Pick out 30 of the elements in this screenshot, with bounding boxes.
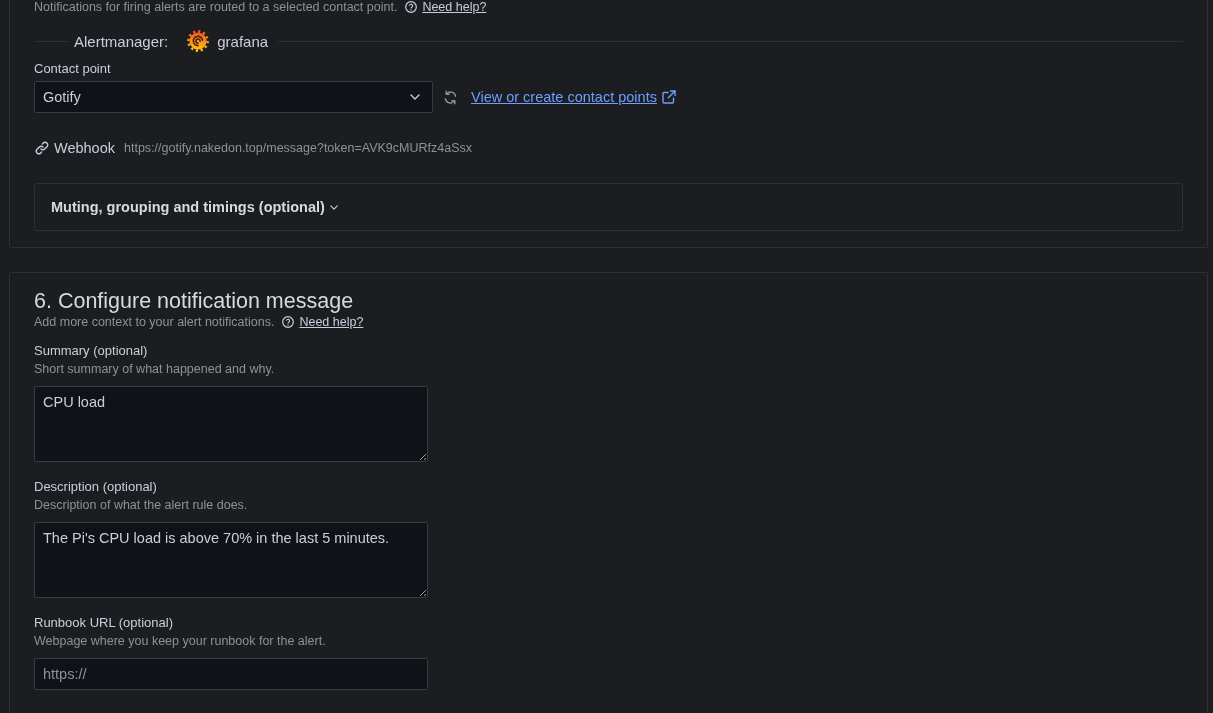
help-icon [282,316,295,328]
section-toggle[interactable]: Muting, grouping and timings (optional) [51,199,338,215]
swirl-logo-icon [186,29,211,53]
contact-point-select[interactable]: Gotify [34,81,433,113]
text-area[interactable]: CPU load [34,386,428,462]
field-hint: Description of what the alert rule does. [34,497,249,514]
section-title: 6. Configure notification message [34,288,355,315]
help-link[interactable]: Need help? [422,0,487,14]
section-description: Add more context to your alert notifications. [34,315,275,329]
chevron-down-icon [410,94,420,100]
section-description: Notifications for firing alerts are routed to a selected contact point. [34,0,398,14]
field-hint: Webpage where you keep your runbook for the alert. [34,633,327,650]
help-icon [405,1,418,13]
refresh-icon[interactable] [443,89,458,105]
external-link-icon [661,90,676,104]
text-area[interactable]: The Pi's CPU load is above 70% in the last 5 minutes. [34,522,428,598]
alertmanager-label: Alertmanager: [74,32,169,50]
link-icon [35,141,49,155]
contact-points-link[interactable]: View or create contact points [471,89,676,105]
field-label: Description (optional) [34,478,158,496]
field-label: Contact point [34,60,112,78]
field-label: Summary (optional) [34,342,149,360]
chevron-down-icon [329,204,338,210]
alertmanager-name: grafana [217,32,269,50]
webhook-url: https://gotify.nakedon.top/message?token=AVK9cMURfz4aSsx [124,141,472,155]
webhook-label: Webhook [54,140,115,156]
help-link[interactable]: Need help? [299,315,364,329]
text-input[interactable]: https:// [34,658,428,690]
field-label: Runbook URL (optional) [34,614,174,632]
field-hint: Short summary of what happened and why. [34,361,276,378]
